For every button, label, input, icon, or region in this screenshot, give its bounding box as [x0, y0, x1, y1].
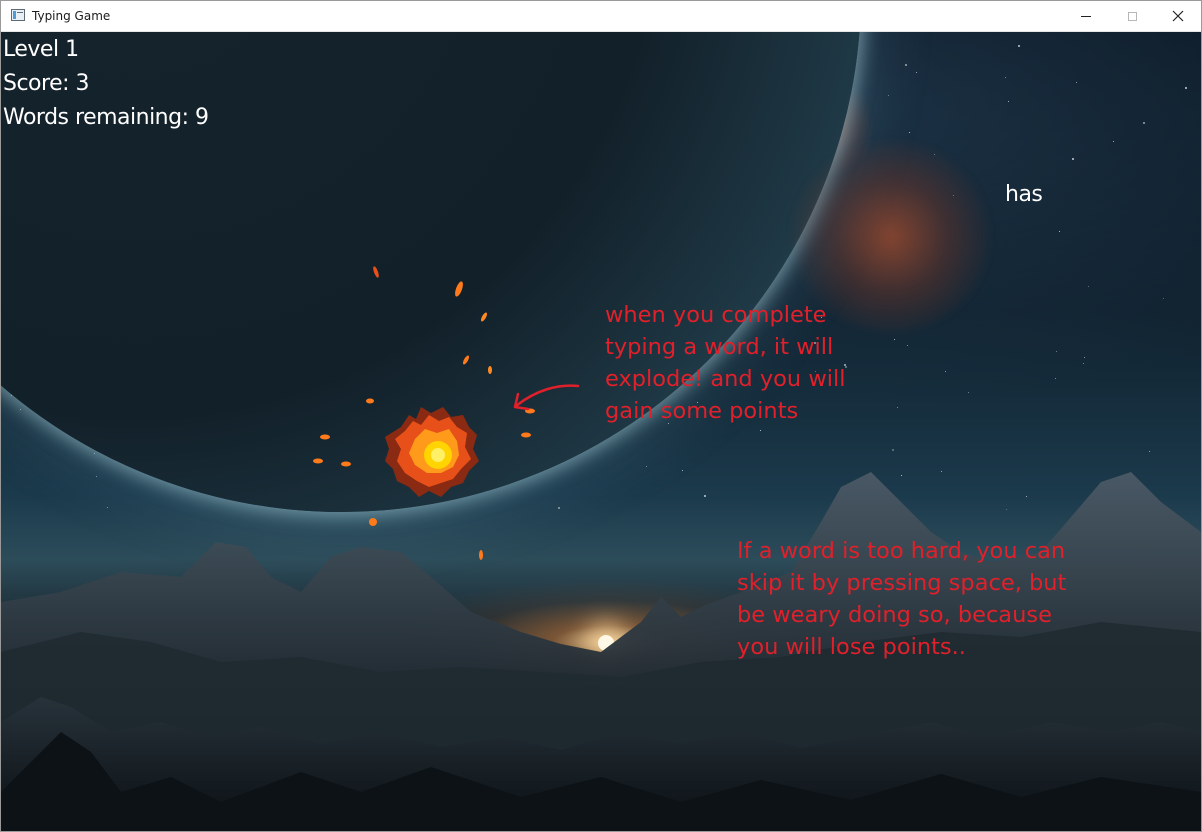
- level-label: Level 1: [3, 37, 79, 62]
- annotation-explode: when you complete typing a word, it will…: [605, 302, 846, 424]
- annotation-arrow: [513, 384, 580, 411]
- close-icon: [1172, 10, 1184, 22]
- game-window: Typing Game Level 1 Score: 3 Words remai…: [0, 0, 1202, 832]
- maximize-button[interactable]: [1109, 1, 1155, 31]
- app-window-icon: [11, 9, 25, 21]
- mountain-landscape: [1, 472, 1201, 831]
- minimize-button[interactable]: [1063, 1, 1109, 31]
- window-title: Typing Game: [32, 9, 111, 23]
- game-canvas[interactable]: Level 1 Score: 3 Words remaining: 9 has: [1, 32, 1201, 831]
- minimize-icon: [1081, 15, 1091, 17]
- maximize-icon: [1127, 11, 1137, 21]
- score-label: Score: 3: [3, 71, 90, 96]
- words-remaining-label: Words remaining: 9: [3, 105, 209, 130]
- falling-word: has: [1005, 182, 1043, 207]
- close-button[interactable]: [1155, 1, 1201, 31]
- annotation-skip: If a word is too hard, you can skip it b…: [737, 538, 1067, 660]
- title-bar[interactable]: Typing Game: [1, 1, 1201, 32]
- explosion-fireball: [385, 407, 479, 497]
